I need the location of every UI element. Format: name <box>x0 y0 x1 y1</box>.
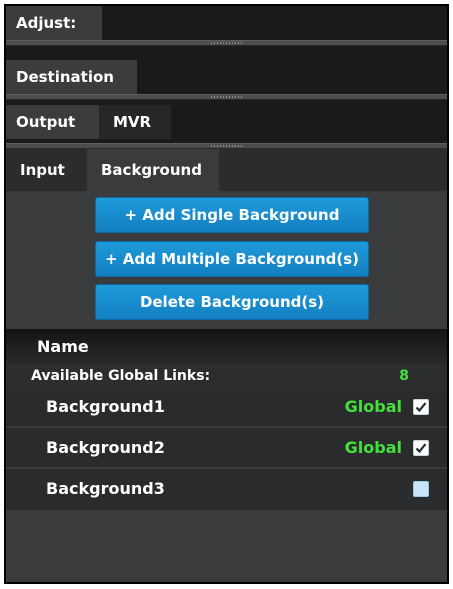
name-header-label: Name <box>37 337 89 356</box>
add-single-background-button[interactable]: + Add Single Background <box>95 197 369 233</box>
background-actions: + Add Single Background + Add Multiple B… <box>6 191 447 329</box>
list-item[interactable]: Background2 Global <box>6 428 447 468</box>
background-name: Background1 <box>46 397 165 416</box>
add-multiple-backgrounds-button[interactable]: + Add Multiple Background(s) <box>95 241 369 277</box>
name-column-header[interactable]: Name <box>6 329 447 365</box>
checkbox-unchecked-icon[interactable] <box>413 481 429 497</box>
list-item[interactable]: Background1 Global <box>6 387 447 427</box>
tab-adjust-label: Adjust: <box>16 14 77 32</box>
list-item[interactable]: Background3 <box>6 469 447 511</box>
available-global-links-label: Available Global Links: <box>31 368 211 384</box>
global-label: Global <box>344 397 402 416</box>
tab-output-label: Output <box>16 113 76 131</box>
tab-mvr-label: MVR <box>113 113 152 131</box>
app-panel: Adjust: Destination Output MVR Input Bac… <box>4 4 449 584</box>
delete-backgrounds-button[interactable]: Delete Background(s) <box>95 284 369 320</box>
global-label: Global <box>344 438 402 457</box>
tab-output[interactable]: Output <box>6 105 99 139</box>
destination-tab-strip: Destination <box>6 46 447 94</box>
tab-background[interactable]: Background <box>87 149 219 191</box>
available-global-links: Available Global Links: 8 <box>6 365 447 387</box>
tab-input-label: Input <box>20 161 65 179</box>
checkbox-checked-icon[interactable] <box>413 440 429 456</box>
adjust-tab-strip: Adjust: <box>6 6 447 40</box>
input-background-tab-strip: Input Background <box>6 149 447 191</box>
tab-destination-label: Destination <box>16 68 114 86</box>
output-tab-strip: Output MVR <box>6 100 447 143</box>
tab-mvr[interactable]: MVR <box>99 105 171 139</box>
resize-grip-icon <box>210 42 243 44</box>
tab-destination[interactable]: Destination <box>6 60 137 94</box>
tab-background-label: Background <box>101 161 202 179</box>
list-empty-area <box>6 511 447 582</box>
tab-adjust[interactable]: Adjust: <box>6 6 102 40</box>
available-global-links-count: 8 <box>399 368 409 384</box>
resize-grip-icon <box>210 96 243 98</box>
background-name: Background2 <box>46 438 165 457</box>
checkbox-checked-icon[interactable] <box>413 399 429 415</box>
background-name: Background3 <box>46 479 165 498</box>
resize-grip-icon <box>210 145 243 147</box>
tab-input[interactable]: Input <box>6 149 87 191</box>
